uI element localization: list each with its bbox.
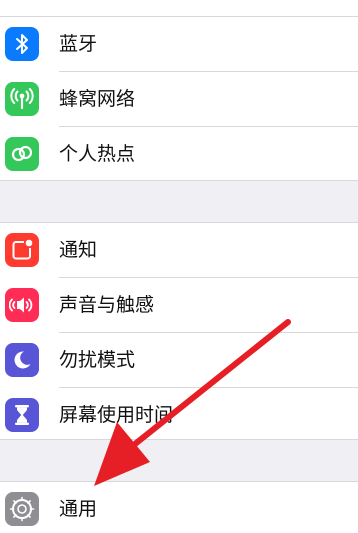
- settings-group-notifications: 通知 声音与触感 勿扰模式 屏幕使用时间: [0, 223, 358, 439]
- settings-row-cellular[interactable]: 蜂窝网络: [0, 72, 358, 126]
- settings-row-label: 通知: [59, 239, 98, 261]
- hourglass-icon: [5, 398, 39, 432]
- speaker-icon: [5, 288, 39, 322]
- notification-badge-icon: [5, 233, 39, 267]
- settings-row-bluetooth[interactable]: 蓝牙: [0, 17, 358, 71]
- settings-group-connectivity: 蓝牙 蜂窝网络 个人热点: [0, 0, 358, 180]
- settings-row-screen-time[interactable]: 屏幕使用时间: [0, 388, 358, 442]
- settings-row-label: 蓝牙: [59, 33, 98, 55]
- cellular-antenna-icon: [5, 82, 39, 116]
- gear-icon: [5, 492, 39, 526]
- settings-row-do-not-disturb[interactable]: 勿扰模式: [0, 333, 358, 387]
- settings-row-label: 勿扰模式: [59, 349, 136, 371]
- settings-row-label: 蜂窝网络: [59, 88, 136, 110]
- settings-row-sounds-haptics[interactable]: 声音与触感: [0, 278, 358, 332]
- hotspot-link-icon: [5, 137, 39, 171]
- moon-icon: [5, 343, 39, 377]
- group-separator: [0, 180, 358, 181]
- group-separator: [0, 439, 358, 440]
- settings-group-general: 通用: [0, 482, 358, 533]
- settings-row-general[interactable]: 通用: [0, 482, 358, 533]
- settings-row-personal-hotspot[interactable]: 个人热点: [0, 127, 358, 181]
- settings-row-label: 屏幕使用时间: [59, 404, 174, 426]
- settings-row-notifications[interactable]: 通知: [0, 223, 358, 277]
- bluetooth-icon: [5, 27, 39, 61]
- settings-row-label: 通用: [59, 498, 98, 520]
- settings-row-label: 个人热点: [59, 143, 136, 165]
- settings-row-label: 声音与触感: [59, 294, 155, 316]
